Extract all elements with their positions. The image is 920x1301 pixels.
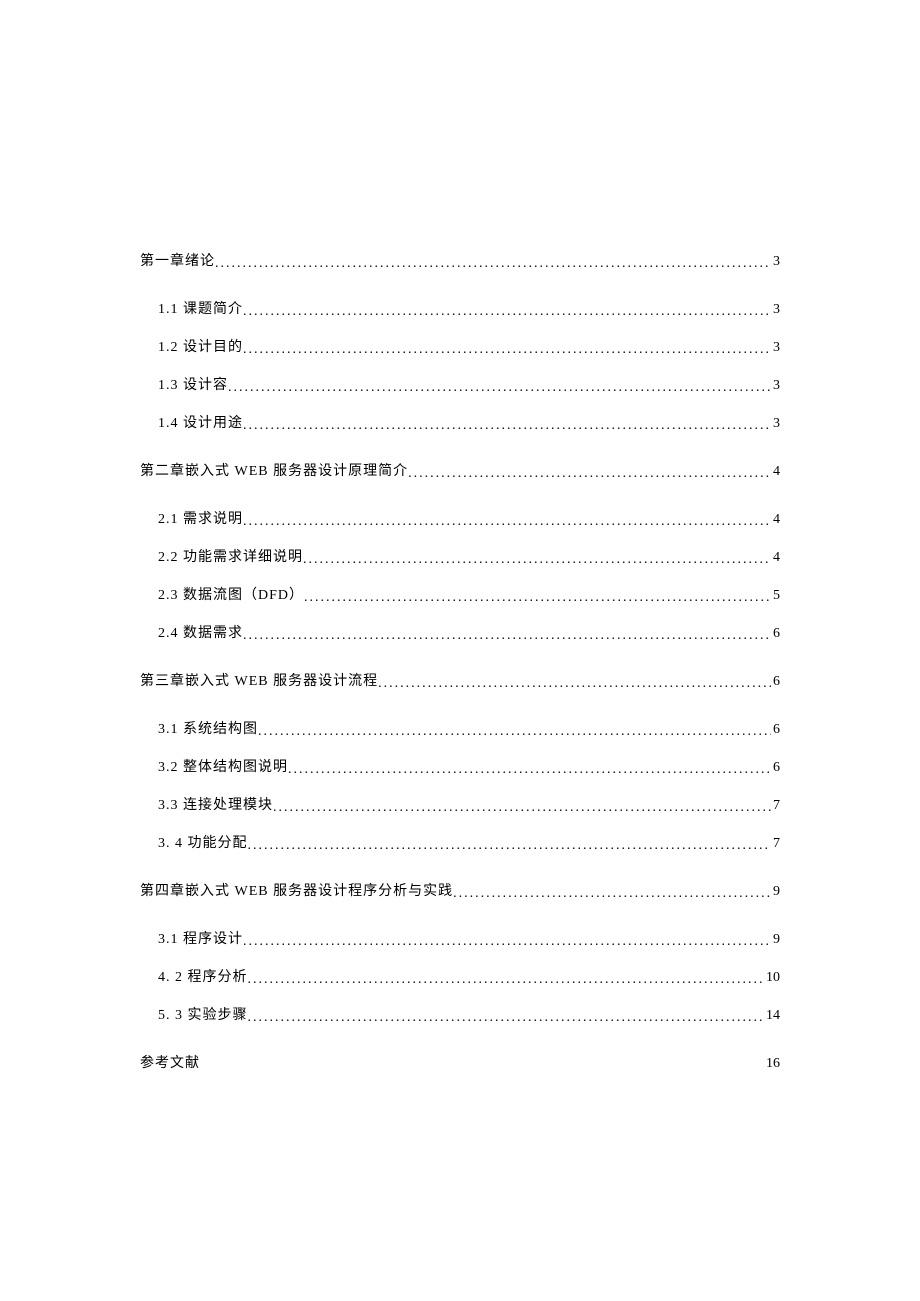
toc-entry: 2.1 需求说明 4	[158, 508, 780, 528]
toc-label: 1.3 设计容	[158, 374, 228, 394]
toc-label: 3. 4 功能分配	[158, 832, 248, 852]
toc-page: 3	[771, 416, 780, 432]
toc-leader	[215, 256, 771, 272]
toc-leader	[273, 800, 771, 816]
toc-page: 6	[771, 626, 780, 642]
toc-label: 3.1 系统结构图	[158, 718, 258, 738]
toc-label: 3.3 连接处理模块	[158, 794, 273, 814]
toc-entry: 第三章嵌入式 WEB 服务器设计流程 6	[140, 670, 780, 690]
toc-entry: 第四章嵌入式 WEB 服务器设计程序分析与实践 9	[140, 880, 780, 900]
toc-entry: 3.3 连接处理模块 7	[158, 794, 780, 814]
toc-label: 参考文献	[140, 1052, 200, 1072]
toc-page: 16	[764, 1056, 780, 1072]
toc-leader	[303, 552, 771, 568]
toc-entry: 2.3 数据流图（DFD） 5	[158, 584, 780, 604]
toc-label: 第二章嵌入式 WEB 服务器设计原理简介	[140, 460, 408, 480]
table-of-contents: 第一章绪论 3 1.1 课题简介 3 1.2 设计目的 3 1.3 设计容 3 …	[140, 250, 780, 1072]
toc-leader	[288, 762, 771, 778]
toc-page: 4	[771, 550, 780, 566]
toc-page: 7	[771, 836, 780, 852]
toc-label: 1.2 设计目的	[158, 336, 243, 356]
toc-page: 14	[764, 1008, 780, 1024]
toc-leader	[243, 342, 771, 358]
toc-leader	[228, 380, 771, 396]
toc-page: 6	[771, 722, 780, 738]
toc-entry: 2.4 数据需求 6	[158, 622, 780, 642]
toc-leader	[453, 886, 771, 902]
toc-leader	[243, 514, 771, 530]
toc-label: 2.1 需求说明	[158, 508, 243, 528]
toc-entry: 3.1 程序设计 9	[158, 928, 780, 948]
toc-leader	[243, 934, 771, 950]
toc-label: 1.1 课题简介	[158, 298, 243, 318]
toc-label: 第四章嵌入式 WEB 服务器设计程序分析与实践	[140, 880, 453, 900]
toc-page: 3	[771, 254, 780, 270]
toc-leader	[243, 418, 771, 434]
toc-page: 3	[771, 340, 780, 356]
toc-label: 4. 2 程序分析	[158, 966, 248, 986]
toc-entry: 参考文献 16	[140, 1052, 780, 1072]
toc-entry: 1.1 课题简介 3	[158, 298, 780, 318]
toc-leader	[378, 676, 771, 692]
toc-page: 6	[771, 674, 780, 690]
toc-entry: 1.2 设计目的 3	[158, 336, 780, 356]
toc-label: 3.2 整体结构图说明	[158, 756, 288, 776]
toc-entry: 第二章嵌入式 WEB 服务器设计原理简介 4	[140, 460, 780, 480]
toc-entry: 1.3 设计容 3	[158, 374, 780, 394]
toc-entry: 4. 2 程序分析 10	[158, 966, 780, 986]
toc-entry: 1.4 设计用途 3	[158, 412, 780, 432]
toc-leader	[243, 628, 771, 644]
toc-label: 1.4 设计用途	[158, 412, 243, 432]
toc-label: 2.4 数据需求	[158, 622, 243, 642]
toc-entry: 5. 3 实验步骤 14	[158, 1004, 780, 1024]
toc-entry: 3.2 整体结构图说明 6	[158, 756, 780, 776]
toc-label: 第一章绪论	[140, 250, 215, 270]
toc-page: 3	[771, 302, 780, 318]
toc-label: 5. 3 实验步骤	[158, 1004, 248, 1024]
toc-leader	[243, 304, 771, 320]
toc-entry: 2.2 功能需求详细说明 4	[158, 546, 780, 566]
toc-leader	[248, 838, 772, 854]
toc-page: 9	[771, 932, 780, 948]
toc-leader	[408, 466, 771, 482]
toc-entry: 3. 4 功能分配 7	[158, 832, 780, 852]
toc-leader	[258, 724, 771, 740]
toc-page: 3	[771, 378, 780, 394]
toc-leader	[304, 590, 771, 606]
toc-entry: 第一章绪论 3	[140, 250, 780, 270]
toc-leader	[248, 1010, 765, 1026]
toc-page: 4	[771, 512, 780, 528]
toc-label: 3.1 程序设计	[158, 928, 243, 948]
toc-label: 第三章嵌入式 WEB 服务器设计流程	[140, 670, 378, 690]
toc-page: 6	[771, 760, 780, 776]
toc-entry: 3.1 系统结构图 6	[158, 718, 780, 738]
toc-leader	[248, 972, 765, 988]
toc-page: 10	[764, 970, 780, 986]
toc-page: 4	[771, 464, 780, 480]
toc-page: 7	[771, 798, 780, 814]
toc-page: 5	[771, 588, 780, 604]
toc-label: 2.3 数据流图（DFD）	[158, 584, 304, 604]
toc-label: 2.2 功能需求详细说明	[158, 546, 303, 566]
toc-page: 9	[771, 884, 780, 900]
